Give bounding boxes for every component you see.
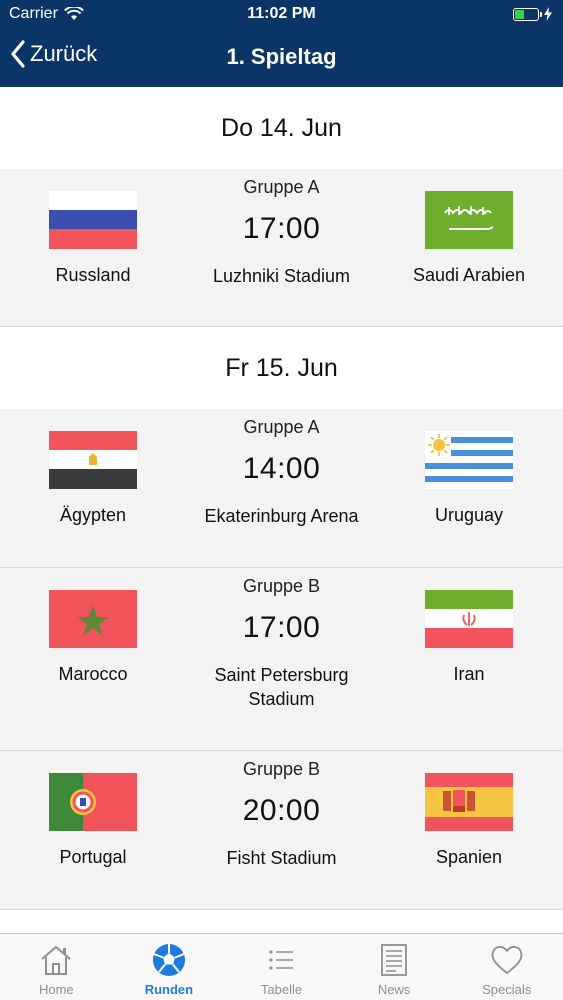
stadium-name: Luzhniki Stadium <box>212 266 351 286</box>
group-label: Gruppe A <box>243 177 320 197</box>
kickoff-time: 17:00 <box>242 611 321 644</box>
match-info: Gruppe B 17:00 Saint Petersburg Stadium <box>180 576 383 711</box>
home-team: Marocco <box>18 590 168 685</box>
battery-icon <box>513 7 542 21</box>
stadium-name: Saint Petersburg Stadium <box>214 665 349 709</box>
away-team-name: Spanien <box>435 847 503 867</box>
uruguay-flag-icon <box>425 431 513 489</box>
day-header: Fr 15. Jun <box>0 327 563 409</box>
tab-tabelle[interactable]: Tabelle <box>225 934 338 1000</box>
tab-label: Tabelle <box>260 982 303 997</box>
page-title: 1. Spieltag <box>226 44 337 69</box>
home-team: Russland <box>18 191 168 286</box>
home-team-name: Portugal <box>59 847 127 867</box>
app-header: Carrier 11:02 PM Zurück 1. Spieltag <box>0 0 563 87</box>
stadium-name: Ekaterinburg Arena <box>204 506 359 526</box>
kickoff-time: 14:00 <box>242 452 321 485</box>
match-list[interactable]: Do 14. Jun Russland Gruppe A 17:00 Luzhn… <box>0 87 563 933</box>
tab-label: Specials <box>482 982 532 997</box>
kickoff-time: 20:00 <box>242 794 321 827</box>
match-row[interactable]: Ägypten Gruppe A 14:00 Ekaterinburg Aren… <box>0 409 563 568</box>
nav-bar: Zurück 1. Spieltag <box>0 28 563 87</box>
newspaper-icon <box>381 944 407 976</box>
house-icon <box>41 946 71 975</box>
tab-label: Home <box>38 982 74 997</box>
match-info: Gruppe B 20:00 Fisht Stadium <box>180 759 383 870</box>
group-label: Gruppe A <box>243 417 320 437</box>
heart-icon <box>491 946 523 974</box>
away-team: Spanien <box>394 773 544 868</box>
day-header: Do 14. Jun <box>0 87 563 169</box>
kickoff-time: 17:00 <box>242 212 321 245</box>
home-team-name: Russland <box>55 265 131 285</box>
match-row[interactable]: Portugal Gruppe B 20:00 Fisht Stadium Sp… <box>0 751 563 910</box>
away-team: Uruguay <box>394 431 544 526</box>
stadium-name: Fisht Stadium <box>226 848 337 868</box>
match-row[interactable]: Marocco Gruppe B 17:00 Saint Petersburg … <box>0 568 563 751</box>
status-right <box>513 7 553 21</box>
day-label: Fr 15. Jun <box>225 353 338 382</box>
group-label: Gruppe B <box>242 759 321 779</box>
list-icon <box>269 950 294 970</box>
away-team-name: Iran <box>453 664 485 684</box>
status-time: 11:02 PM <box>247 5 316 22</box>
tab-label: Runden <box>144 982 194 997</box>
tab-runden[interactable]: Runden <box>113 934 226 1000</box>
group-label: Gruppe B <box>242 576 321 596</box>
away-team-name: Saudi Arabien <box>412 265 526 285</box>
tab-bar: Home Runden Tabelle News Specials <box>0 933 563 1000</box>
away-team: Saudi Arabien <box>394 191 544 286</box>
tab-label: News <box>377 982 411 997</box>
match-row[interactable]: Russland Gruppe A 17:00 Luzhniki Stadium… <box>0 169 563 327</box>
match-info: Gruppe A 14:00 Ekaterinburg Arena <box>180 417 383 528</box>
day-label: Do 14. Jun <box>221 113 342 142</box>
away-team: Iran <box>394 590 544 685</box>
egypt-flag-icon <box>49 431 137 489</box>
soccer-ball-icon <box>152 944 185 976</box>
status-bar: Carrier 11:02 PM <box>0 0 563 28</box>
away-team-name: Uruguay <box>434 505 504 525</box>
russia-flag-icon <box>49 191 137 249</box>
home-team: Ägypten <box>18 431 168 526</box>
list-spacer <box>0 910 563 933</box>
home-team: Portugal <box>18 773 168 868</box>
tab-news[interactable]: News <box>338 934 451 1000</box>
spain-flag-icon <box>425 773 513 831</box>
tab-home[interactable]: Home <box>0 934 113 1000</box>
iran-flag-icon <box>425 590 513 648</box>
saudi-arabia-flag-icon <box>425 191 513 249</box>
morocco-flag-icon <box>49 590 137 648</box>
tab-specials[interactable]: Specials <box>450 934 563 1000</box>
match-info: Gruppe A 17:00 Luzhniki Stadium <box>180 177 383 288</box>
charging-bolt-icon <box>544 7 552 21</box>
portugal-flag-icon <box>49 773 137 831</box>
home-team-name: Marocco <box>58 664 128 684</box>
home-team-name: Ägypten <box>59 505 127 525</box>
